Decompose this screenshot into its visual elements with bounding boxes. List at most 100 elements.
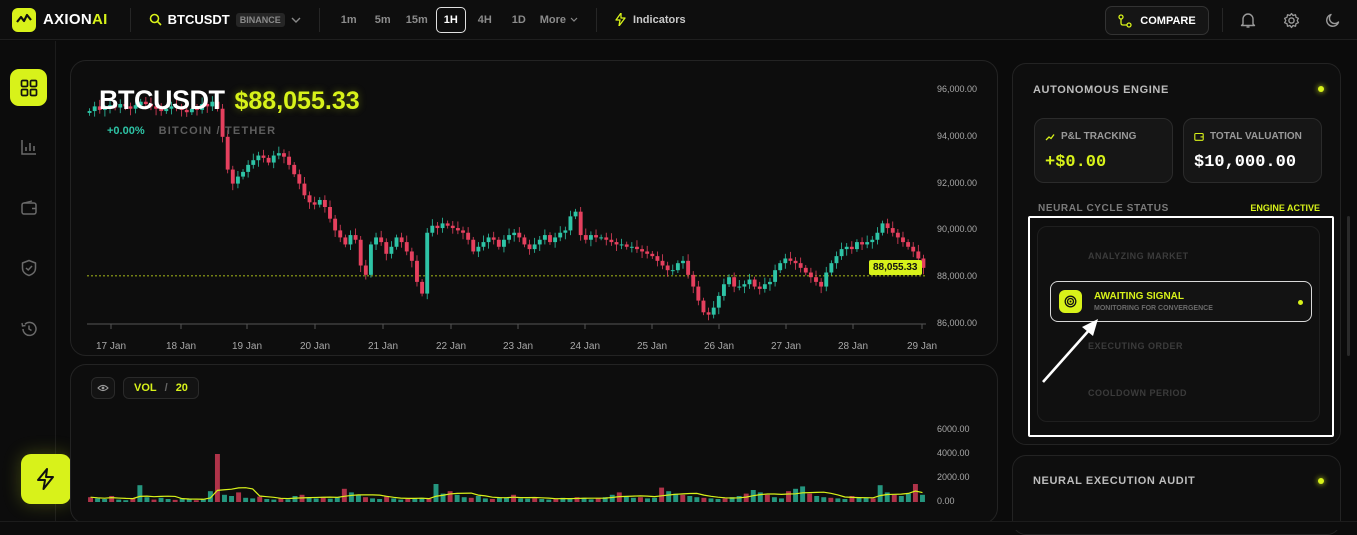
symbol-selector[interactable]: BTCUSDT BINANCE bbox=[149, 12, 301, 27]
bell-icon[interactable] bbox=[1238, 10, 1258, 30]
volume-bar bbox=[694, 497, 700, 502]
volume-bar bbox=[405, 499, 411, 502]
more-timeframes-button[interactable]: More bbox=[540, 14, 578, 26]
volume-bar bbox=[898, 496, 904, 502]
divider bbox=[1222, 8, 1223, 32]
candle bbox=[629, 242, 634, 253]
chevron-down-icon bbox=[570, 17, 578, 22]
candle bbox=[522, 234, 527, 248]
candle bbox=[711, 301, 716, 319]
volume-panel[interactable]: VOL / 20 6000.00 4000.00 2000.00 0.00 bbox=[70, 364, 998, 524]
audit-title: NEURAL EXECUTION AUDIT bbox=[1033, 475, 1196, 487]
candle bbox=[655, 251, 660, 267]
toggle-visibility-button[interactable] bbox=[91, 377, 115, 399]
volume-bar bbox=[588, 499, 594, 502]
x-tick-label: 20 Jan bbox=[299, 341, 331, 352]
candle bbox=[271, 150, 276, 169]
candle bbox=[241, 169, 245, 180]
wallet-icon bbox=[20, 199, 37, 215]
volume-bar bbox=[144, 497, 150, 502]
candle bbox=[594, 229, 598, 243]
moon-icon[interactable] bbox=[1323, 10, 1343, 30]
candle bbox=[854, 239, 859, 252]
candle bbox=[374, 232, 378, 251]
candle bbox=[235, 170, 240, 189]
timeframe-1m[interactable]: 1m bbox=[334, 7, 364, 33]
candle bbox=[824, 266, 829, 292]
volume-bar bbox=[609, 494, 615, 502]
x-tick-label: 25 Jan bbox=[636, 341, 668, 352]
candle bbox=[773, 264, 778, 287]
volume-bar bbox=[264, 499, 270, 502]
candle bbox=[803, 265, 808, 276]
volume-bar bbox=[292, 496, 298, 502]
candle bbox=[599, 234, 604, 241]
candle bbox=[860, 237, 864, 251]
candle bbox=[762, 277, 767, 293]
volume-bar bbox=[377, 499, 383, 502]
brand-logo[interactable]: AXIONAI bbox=[12, 7, 108, 32]
timeframe-5m[interactable]: 5m bbox=[368, 7, 398, 33]
separator: / bbox=[164, 382, 168, 394]
active-stage-title: AWAITING SIGNAL bbox=[1094, 291, 1184, 302]
candle bbox=[553, 232, 558, 248]
chart-price: $88,055.33 bbox=[234, 87, 360, 115]
x-tick-label: 26 Jan bbox=[703, 341, 735, 352]
volume-bar bbox=[243, 497, 249, 502]
candle bbox=[358, 236, 363, 273]
volume-indicator-chip[interactable]: VOL / 20 bbox=[123, 377, 199, 399]
candle bbox=[849, 241, 854, 254]
timeframe-1d[interactable]: 1D bbox=[504, 7, 534, 33]
candle bbox=[276, 146, 281, 160]
sidebar-item-wallet[interactable] bbox=[10, 189, 47, 226]
volume-chart[interactable] bbox=[71, 365, 998, 524]
sidebar-item-history[interactable] bbox=[10, 310, 47, 347]
active-stage-subtitle: MONITORING FOR CONVERGENCE bbox=[1094, 305, 1213, 312]
candle bbox=[389, 241, 394, 259]
candle bbox=[691, 271, 696, 294]
candle bbox=[665, 261, 670, 277]
volume-bar bbox=[461, 497, 467, 502]
timeframe-15m[interactable]: 15m bbox=[402, 7, 432, 33]
volume-bar bbox=[701, 497, 707, 502]
panel-scrollbar[interactable] bbox=[1347, 216, 1350, 356]
volume-bar bbox=[95, 498, 101, 502]
candle bbox=[793, 257, 798, 270]
timeframe-1h[interactable]: 1H bbox=[435, 6, 466, 33]
timeframe-4h[interactable]: 4H bbox=[470, 7, 500, 33]
gear-icon[interactable] bbox=[1281, 10, 1301, 30]
candle bbox=[808, 267, 813, 283]
volume-bar bbox=[271, 499, 277, 502]
x-tick-label: 21 Jan bbox=[367, 341, 399, 352]
volume-bar bbox=[306, 497, 312, 502]
candle bbox=[317, 197, 322, 208]
candle bbox=[435, 221, 440, 235]
price-chart-panel[interactable]: BTCUSDT $88,055.33 +0.00% BITCOIN / TETH… bbox=[70, 60, 998, 356]
history-icon bbox=[20, 321, 37, 336]
candle bbox=[501, 235, 506, 253]
candle bbox=[635, 240, 639, 253]
quick-action-button[interactable] bbox=[21, 454, 71, 504]
sidebar-item-dashboard[interactable] bbox=[10, 69, 47, 106]
x-tick-label: 29 Jan bbox=[906, 341, 938, 352]
candle bbox=[675, 260, 680, 273]
candle bbox=[921, 254, 926, 275]
candle bbox=[532, 237, 537, 253]
volume-bar bbox=[214, 454, 220, 502]
candle bbox=[471, 236, 476, 255]
volume-bar bbox=[334, 497, 340, 502]
status-bar bbox=[0, 521, 1357, 530]
x-tick-label: 24 Jan bbox=[569, 341, 601, 352]
volume-bar bbox=[891, 494, 897, 502]
sidebar-item-analytics[interactable] bbox=[10, 128, 47, 165]
volume-bar bbox=[863, 497, 869, 502]
volume-bar bbox=[645, 498, 650, 502]
compare-button[interactable]: COMPARE bbox=[1105, 6, 1209, 35]
volume-controls: VOL / 20 bbox=[91, 377, 199, 399]
candle bbox=[721, 278, 726, 301]
indicators-button[interactable]: Indicators bbox=[615, 13, 686, 26]
sidebar-item-security[interactable] bbox=[10, 249, 47, 286]
volume-bar bbox=[285, 499, 291, 502]
candle bbox=[701, 297, 706, 316]
candle bbox=[404, 235, 409, 256]
